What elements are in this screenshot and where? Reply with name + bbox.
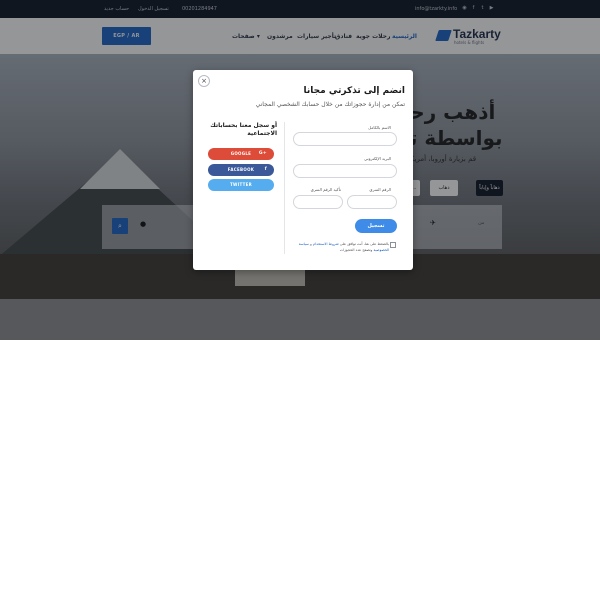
- facebook-label: FACEBOOK: [227, 167, 255, 172]
- confirm-password-field[interactable]: [293, 195, 343, 209]
- terms-link[interactable]: شروط الاستخدام: [313, 242, 339, 246]
- terms-checkbox[interactable]: [390, 242, 396, 248]
- password-field[interactable]: [347, 195, 397, 209]
- google-plus-icon: G+: [258, 151, 267, 156]
- twitter-signup-button[interactable]: TWITTER: [208, 179, 274, 191]
- close-button[interactable]: ×: [198, 75, 210, 87]
- twitter-label: TWITTER: [229, 182, 253, 187]
- modal-subtitle: تمكن من إدارة حجوزاتك من خلال حسابك الشخ…: [255, 101, 405, 108]
- terms-prefix: بالضغط على هنا، أنت توافق على: [339, 242, 389, 246]
- terms-text: بالضغط على هنا، أنت توافق على شروط الاست…: [289, 241, 389, 253]
- signup-modal: × انضم إلى تذكرتي مجانا تمكن من إدارة حج…: [193, 70, 413, 270]
- google-signup-button[interactable]: GOOGLE G+: [208, 148, 274, 160]
- terms-suffix: وتصفح عدد الحجوزات: [339, 248, 373, 252]
- modal-title: انضم إلى تذكرتي مجانا: [303, 86, 405, 96]
- email-field[interactable]: [293, 164, 397, 178]
- column-divider: [284, 122, 285, 254]
- facebook-signup-button[interactable]: FACEBOOK f: [208, 164, 274, 176]
- page: حساب جديد تسجيل الدخول 00201284947 info@…: [0, 0, 600, 600]
- close-icon: ×: [201, 77, 207, 85]
- full-name-field[interactable]: [293, 132, 397, 146]
- register-button[interactable]: تسجيل: [355, 219, 397, 233]
- password-label: الرقم السري: [369, 187, 391, 192]
- google-label: GOOGLE: [230, 151, 252, 156]
- social-signup-title: أو سجل معنا بحساباتك الاجتماعية: [210, 122, 277, 137]
- full-name-label: الاسم بالكامل: [368, 125, 391, 130]
- confirm-password-label: تأكيد الرقم السري: [310, 187, 341, 192]
- email-label: البريد الإلكتروني: [364, 156, 391, 161]
- terms-and: و: [310, 242, 312, 246]
- facebook-icon: f: [264, 167, 267, 172]
